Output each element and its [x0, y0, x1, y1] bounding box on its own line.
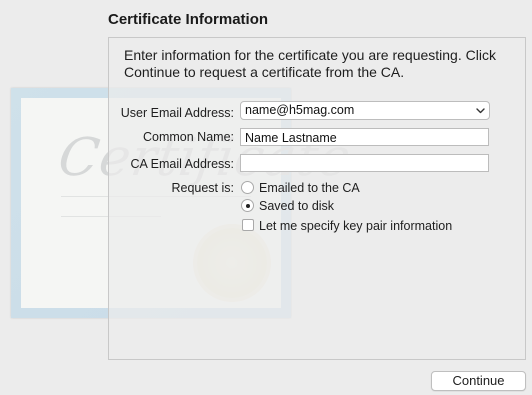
- saved-to-disk-radio[interactable]: [241, 199, 254, 212]
- emailed-to-ca-radio[interactable]: [241, 181, 254, 194]
- common-name-field[interactable]: [240, 128, 489, 146]
- continue-button[interactable]: Continue: [431, 371, 526, 391]
- emailed-to-ca-label[interactable]: Emailed to the CA: [259, 181, 360, 195]
- chevron-down-icon[interactable]: [474, 104, 487, 117]
- intro-text: Enter information for the certificate yo…: [124, 47, 496, 80]
- page-title: Certificate Information: [108, 11, 269, 28]
- user-email-label: User Email Address:: [120, 106, 234, 120]
- ca-email-label: CA Email Address:: [130, 157, 234, 171]
- key-pair-label[interactable]: Let me specify key pair information: [259, 219, 452, 233]
- ca-email-field[interactable]: [240, 154, 489, 172]
- user-email-value: name@h5mag.com: [245, 103, 355, 117]
- saved-to-disk-label[interactable]: Saved to disk: [259, 199, 334, 213]
- key-pair-checkbox[interactable]: [242, 219, 254, 231]
- request-is-label: Request is:: [171, 181, 234, 195]
- common-name-label: Common Name:: [143, 130, 234, 144]
- user-email-combobox[interactable]: name@h5mag.com: [240, 101, 490, 120]
